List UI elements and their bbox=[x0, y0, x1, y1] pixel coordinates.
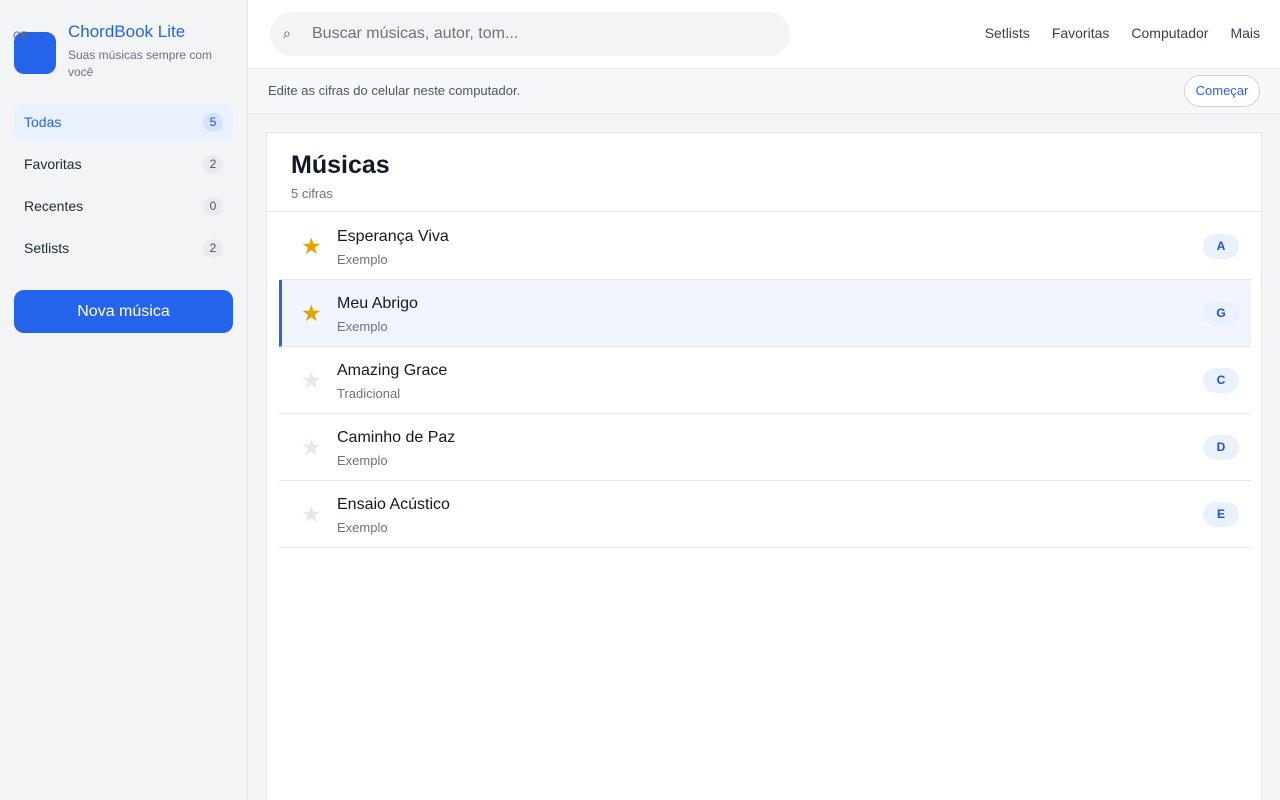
top-nav-mais[interactable]: Mais bbox=[1230, 25, 1260, 41]
top-nav: Setlists Favoritas Computador Mais bbox=[985, 25, 1260, 41]
sidebar-item-label: Recentes bbox=[24, 198, 84, 214]
song-row[interactable]: ★ Amazing Grace Tradicional C bbox=[279, 347, 1251, 414]
songs-count: 5 cifras bbox=[291, 186, 333, 201]
song-list: ★ Esperança Viva Exemplo A ★ Meu Abrigo … bbox=[279, 213, 1251, 548]
search-icon: ⌕ bbox=[283, 25, 291, 41]
song-artist: Tradicional bbox=[337, 386, 401, 401]
song-row[interactable]: ★ Caminho de Paz Exemplo D bbox=[279, 414, 1251, 481]
star-icon[interactable]: ★ bbox=[301, 435, 322, 459]
songs-header: Músicas 5 cifras bbox=[267, 133, 1261, 212]
sidebar-item-label: Favoritas bbox=[24, 156, 82, 172]
song-title: Caminho de Paz bbox=[337, 429, 456, 446]
sidebar-item-setlists[interactable]: Setlists 2 bbox=[14, 230, 233, 267]
key-badge: C bbox=[1203, 368, 1239, 393]
song-title: Ensaio Acústico bbox=[337, 496, 450, 513]
top-nav-setlists[interactable]: Setlists bbox=[985, 25, 1030, 41]
song-artist: Exemplo bbox=[337, 252, 388, 267]
star-icon[interactable]: ★ bbox=[301, 502, 322, 526]
search-box[interactable]: ⌕ bbox=[270, 12, 790, 56]
key-badge: E bbox=[1203, 502, 1239, 527]
sidebar-nav: Todas 5 Favoritas 2 Recentes 0 Setlists … bbox=[14, 104, 233, 272]
sidebar-item-favoritas[interactable]: Favoritas 2 bbox=[14, 146, 233, 183]
sidebar-item-count: 2 bbox=[203, 155, 223, 174]
songs-panel: Músicas 5 cifras ★ Esperança Viva Exempl… bbox=[266, 132, 1262, 800]
sidebar-item-todas[interactable]: Todas 5 bbox=[14, 104, 233, 141]
sidebar-item-recentes[interactable]: Recentes 0 bbox=[14, 188, 233, 225]
song-artist: Exemplo bbox=[337, 319, 388, 334]
top-nav-computador[interactable]: Computador bbox=[1131, 25, 1208, 41]
song-artist: Exemplo bbox=[337, 453, 388, 468]
key-badge: G bbox=[1203, 301, 1239, 326]
app-logo: CB bbox=[13, 30, 56, 74]
page-title: Músicas bbox=[291, 151, 390, 179]
star-icon[interactable]: ★ bbox=[301, 301, 322, 325]
sidebar-item-count: 0 bbox=[203, 197, 223, 216]
search-input[interactable] bbox=[312, 23, 772, 45]
star-icon[interactable]: ★ bbox=[301, 368, 322, 392]
sidebar-item-count: 2 bbox=[203, 239, 223, 258]
app-title: ChordBook Lite bbox=[68, 22, 186, 41]
start-button[interactable]: Começar bbox=[1184, 75, 1260, 107]
top-nav-favoritas[interactable]: Favoritas bbox=[1052, 25, 1110, 41]
new-song-button[interactable]: Nova música bbox=[14, 290, 233, 333]
banner-text: Edite as cifras do celular neste computa… bbox=[268, 83, 521, 98]
sidebar-item-count: 5 bbox=[203, 113, 223, 132]
key-badge: A bbox=[1203, 234, 1239, 259]
song-title: Amazing Grace bbox=[337, 362, 448, 379]
song-row[interactable]: ★ Ensaio Acústico Exemplo E bbox=[279, 481, 1251, 548]
info-banner: Edite as cifras do celular neste computa… bbox=[248, 69, 1280, 114]
brand: CB ChordBook Lite Suas músicas sempre co… bbox=[13, 22, 234, 84]
top-bar: ⌕ Setlists Favoritas Computador Mais bbox=[248, 0, 1280, 69]
sidebar-item-label: Todas bbox=[24, 114, 62, 130]
song-artist: Exemplo bbox=[337, 520, 388, 535]
key-badge: D bbox=[1203, 435, 1239, 460]
logo-text: CB bbox=[13, 30, 29, 42]
sidebar-item-label: Setlists bbox=[24, 240, 70, 256]
song-row[interactable]: ★ Meu Abrigo Exemplo G bbox=[279, 280, 1251, 347]
star-icon[interactable]: ★ bbox=[301, 234, 322, 258]
song-row[interactable]: ★ Esperança Viva Exemplo A bbox=[279, 213, 1251, 280]
song-title: Meu Abrigo bbox=[337, 295, 418, 312]
song-title: Esperança Viva bbox=[337, 228, 449, 245]
app-subtitle: Suas músicas sempre com você bbox=[68, 48, 213, 79]
sidebar: CB ChordBook Lite Suas músicas sempre co… bbox=[0, 0, 248, 800]
